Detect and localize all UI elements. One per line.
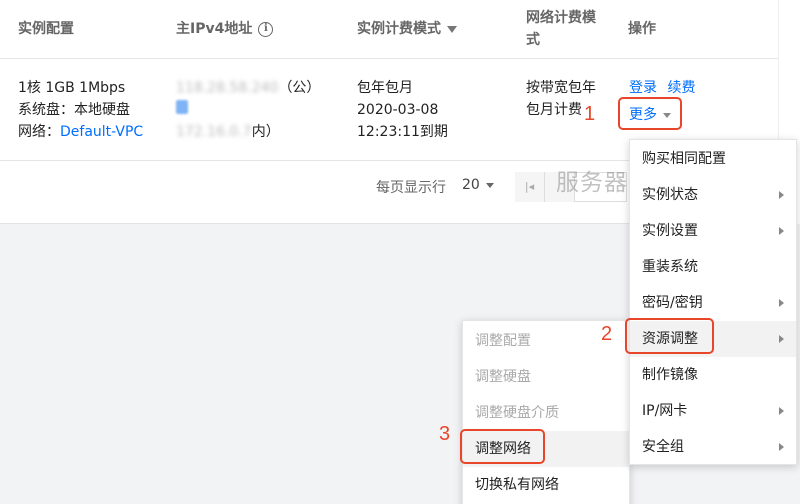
login-link[interactable]: 登录 — [629, 80, 657, 96]
submenu-item-label: 调整硬盘 — [475, 369, 531, 385]
billing-mode: 包年包月 — [357, 80, 413, 96]
vpc-link[interactable]: Default-VPC — [60, 124, 143, 140]
menu-item-instance-status[interactable]: 实例状态 — [630, 177, 796, 213]
chevron-right-icon — [779, 335, 784, 343]
private-ip-row: 172.16.0.7内） — [176, 121, 320, 143]
column-header-config: 实例配置 — [18, 0, 74, 58]
menu-item-label: 安全组 — [642, 439, 684, 455]
private-ip: 172.16.0.7 — [176, 124, 252, 140]
chevron-right-icon — [779, 407, 784, 415]
copy-icon-row — [176, 99, 320, 121]
config-cell: 1核 1GB 1Mbps 系统盘：本地硬盘 网络：Default-VPC — [18, 77, 143, 143]
submenu-item-label: 切换私有网络 — [475, 477, 559, 493]
header-divider — [0, 58, 778, 59]
expire-date: 2020-03-08 — [357, 102, 439, 118]
menu-item-label: 制作镜像 — [642, 367, 698, 383]
copy-icon[interactable] — [176, 100, 188, 114]
step-number-3: 3 — [439, 423, 451, 445]
ip-cell: 118.28.58.240（公） 172.16.0.7内） — [176, 77, 320, 143]
public-ip-row: 118.28.58.240（公） — [176, 77, 320, 99]
column-header-billing[interactable]: 实例计费模式 — [357, 0, 457, 58]
menu-item-label: 重装系统 — [642, 259, 698, 275]
menu-item-create-image[interactable]: 制作镜像 — [630, 357, 796, 393]
config-network: 网络：Default-VPC — [18, 121, 143, 143]
menu-item-ip-nic[interactable]: IP/网卡 — [630, 393, 796, 429]
menu-item-label: 实例状态 — [642, 187, 698, 203]
column-header-config-label: 实例配置 — [18, 21, 74, 37]
step-number-2: 2 — [601, 323, 613, 345]
public-ip-suffix: （公） — [278, 80, 321, 96]
submenu-item-label: 调整配置 — [475, 333, 531, 349]
renew-link[interactable]: 续费 — [667, 80, 695, 96]
actions-cell: 登录 续费 — [629, 77, 695, 99]
public-ip: 118.28.58.240 — [176, 80, 279, 96]
page-size-select[interactable]: 20 — [462, 177, 494, 193]
submenu-item-label: 调整硬盘介质 — [475, 405, 559, 421]
page-size-value: 20 — [462, 177, 480, 193]
menu-item-label: IP/网卡 — [642, 403, 688, 419]
chevron-right-icon — [779, 227, 784, 235]
menu-item-password-key[interactable]: 密码/密钥 — [630, 285, 796, 321]
menu-item-label: 密码/密钥 — [642, 295, 703, 311]
column-header-net-billing-line2: 式 — [526, 32, 540, 48]
chevron-right-icon — [779, 443, 784, 451]
billing-cell: 包年包月 2020-03-08 12:23:11到期 — [357, 77, 448, 143]
chevron-right-icon — [779, 299, 784, 307]
resource-submenu: 调整配置 调整硬盘 调整硬盘介质 调整网络 切换私有网络 — [462, 320, 630, 504]
filter-icon[interactable] — [447, 25, 457, 33]
expire-time: 12:23:11到期 — [357, 124, 448, 140]
highlight-box-adjust-network — [460, 429, 545, 464]
first-page-icon[interactable]: |◂ — [515, 172, 545, 202]
config-disk: 系统盘：本地硬盘 — [18, 102, 130, 118]
config-spec: 1核 1GB 1Mbps — [18, 80, 126, 96]
column-header-ip: 主IPv4地址 i — [176, 0, 274, 58]
column-header-actions-label: 操作 — [628, 21, 656, 37]
menu-item-label: 实例设置 — [642, 223, 698, 239]
chevron-down-icon — [485, 182, 494, 188]
column-header-net-billing: 网络计费模 式 — [526, 0, 596, 58]
step-number-1: 1 — [584, 103, 596, 125]
column-header-actions: 操作 — [628, 0, 656, 58]
page-size-label: 每页显示行 — [376, 180, 446, 196]
highlight-box-resource-adjust — [625, 318, 714, 354]
column-header-billing-label: 实例计费模式 — [357, 21, 441, 37]
submenu-item-adjust-disk-media: 调整硬盘介质 — [463, 395, 629, 431]
menu-item-label: 购买相同配置 — [642, 151, 726, 167]
submenu-item-adjust-disk: 调整硬盘 — [463, 359, 629, 395]
column-header-ip-label: 主IPv4地址 — [176, 21, 253, 37]
menu-item-buy-same[interactable]: 购买相同配置 — [630, 141, 796, 177]
highlight-box-more — [618, 97, 682, 130]
column-header-net-billing-line1: 网络计费模 — [526, 10, 596, 26]
more-menu: 购买相同配置 实例状态 实例设置 重装系统 密码/密钥 资源调整 制作镜像 IP… — [629, 139, 797, 465]
menu-item-security-group[interactable]: 安全组 — [630, 429, 796, 465]
menu-item-instance-settings[interactable]: 实例设置 — [630, 213, 796, 249]
config-network-label: 网络： — [18, 124, 60, 140]
net-billing-line1: 按带宽包年 — [526, 80, 596, 96]
submenu-item-switch-vpc[interactable]: 切换私有网络 — [463, 467, 629, 503]
menu-item-reinstall[interactable]: 重装系统 — [630, 249, 796, 285]
private-ip-suffix: 内） — [251, 124, 280, 140]
info-icon[interactable]: i — [258, 21, 274, 37]
chevron-right-icon — [779, 191, 784, 199]
